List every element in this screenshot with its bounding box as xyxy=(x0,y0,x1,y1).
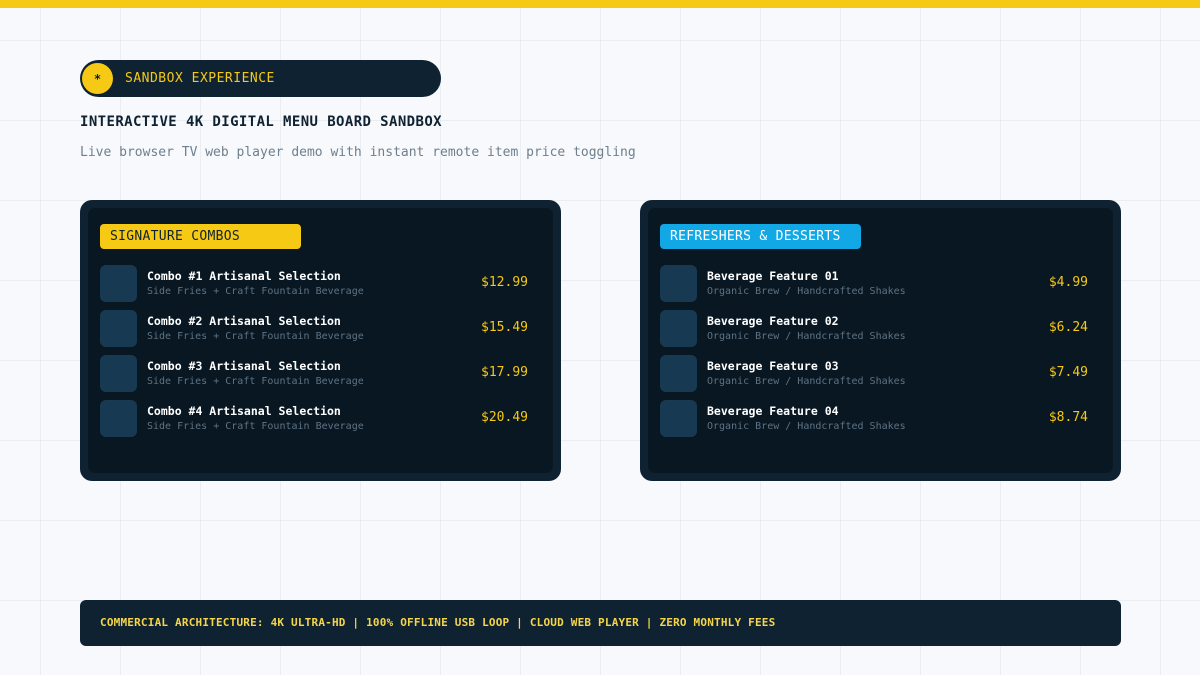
item-price[interactable]: $15.49 xyxy=(481,320,528,335)
item-description: Organic Brew / Handcrafted Shakes xyxy=(707,286,906,297)
menu-item[interactable]: Combo #3 Artisanal Selection Side Fries … xyxy=(100,355,528,392)
page-subtitle: Live browser TV web player demo with ins… xyxy=(80,145,636,160)
menu-item[interactable]: Beverage Feature 01 Organic Brew / Handc… xyxy=(660,265,1088,302)
item-thumbnail xyxy=(660,265,697,302)
item-name: Combo #2 Artisanal Selection xyxy=(147,314,341,328)
item-name: Beverage Feature 04 xyxy=(707,404,839,418)
item-description: Side Fries + Craft Fountain Beverage xyxy=(147,331,364,342)
item-name: Beverage Feature 03 xyxy=(707,359,839,373)
menu-panel-refreshers-desserts: REFRESHERS & DESSERTS Beverage Feature 0… xyxy=(640,200,1121,481)
item-description: Side Fries + Craft Fountain Beverage xyxy=(147,421,364,432)
menu-panel-screen: REFRESHERS & DESSERTS Beverage Feature 0… xyxy=(648,208,1113,473)
sandbox-experience-pill: * SANDBOX EXPERIENCE xyxy=(80,60,441,97)
item-description: Organic Brew / Handcrafted Shakes xyxy=(707,331,906,342)
menu-item[interactable]: Beverage Feature 02 Organic Brew / Handc… xyxy=(660,310,1088,347)
item-price[interactable]: $8.74 xyxy=(1049,410,1088,425)
asterisk-icon: * xyxy=(82,63,113,94)
item-thumbnail xyxy=(660,310,697,347)
item-name: Beverage Feature 02 xyxy=(707,314,839,328)
item-name: Combo #1 Artisanal Selection xyxy=(147,269,341,283)
item-thumbnail xyxy=(100,400,137,437)
item-description: Side Fries + Craft Fountain Beverage xyxy=(147,286,364,297)
menu-item[interactable]: Beverage Feature 04 Organic Brew / Handc… xyxy=(660,400,1088,437)
item-name: Combo #3 Artisanal Selection xyxy=(147,359,341,373)
item-thumbnail xyxy=(100,355,137,392)
item-thumbnail xyxy=(660,400,697,437)
item-price[interactable]: $17.99 xyxy=(481,365,528,380)
item-description: Side Fries + Craft Fountain Beverage xyxy=(147,376,364,387)
menu-item[interactable]: Beverage Feature 03 Organic Brew / Handc… xyxy=(660,355,1088,392)
architecture-footer-bar: COMMERCIAL ARCHITECTURE: 4K ULTRA-HD | 1… xyxy=(80,600,1121,646)
category-badge: SIGNATURE COMBOS xyxy=(100,224,301,249)
item-thumbnail xyxy=(660,355,697,392)
menu-panel-screen: SIGNATURE COMBOS Combo #1 Artisanal Sele… xyxy=(88,208,553,473)
item-name: Beverage Feature 01 xyxy=(707,269,839,283)
item-price[interactable]: $6.24 xyxy=(1049,320,1088,335)
category-badge: REFRESHERS & DESSERTS xyxy=(660,224,861,249)
page-title: INTERACTIVE 4K DIGITAL MENU BOARD SANDBO… xyxy=(80,114,442,130)
item-description: Organic Brew / Handcrafted Shakes xyxy=(707,421,906,432)
item-price[interactable]: $7.49 xyxy=(1049,365,1088,380)
menu-item[interactable]: Combo #2 Artisanal Selection Side Fries … xyxy=(100,310,528,347)
menu-item[interactable]: Combo #4 Artisanal Selection Side Fries … xyxy=(100,400,528,437)
item-price[interactable]: $4.99 xyxy=(1049,275,1088,290)
item-thumbnail xyxy=(100,310,137,347)
pill-label: SANDBOX EXPERIENCE xyxy=(125,71,275,86)
menu-item[interactable]: Combo #1 Artisanal Selection Side Fries … xyxy=(100,265,528,302)
item-thumbnail xyxy=(100,265,137,302)
item-price[interactable]: $12.99 xyxy=(481,275,528,290)
menu-panel-signature-combos: SIGNATURE COMBOS Combo #1 Artisanal Sele… xyxy=(80,200,561,481)
item-description: Organic Brew / Handcrafted Shakes xyxy=(707,376,906,387)
item-price[interactable]: $20.49 xyxy=(481,410,528,425)
item-name: Combo #4 Artisanal Selection xyxy=(147,404,341,418)
top-accent-bar xyxy=(0,0,1200,8)
